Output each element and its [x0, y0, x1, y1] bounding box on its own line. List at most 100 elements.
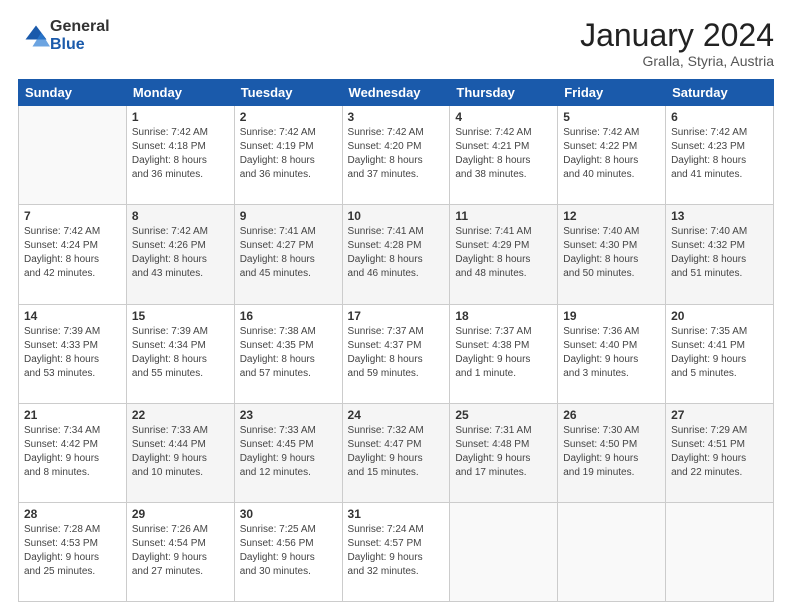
- calendar-cell: 13 Sunrise: 7:40 AM Sunset: 4:32 PM Dayli…: [666, 205, 774, 304]
- calendar-cell: [19, 106, 127, 205]
- calendar-header-saturday: Saturday: [666, 80, 774, 106]
- calendar-cell: 3 Sunrise: 7:42 AM Sunset: 4:20 PM Daylig…: [342, 106, 450, 205]
- calendar-header-sunday: Sunday: [19, 80, 127, 106]
- day-info: Sunrise: 7:29 AM Sunset: 4:51 PM Dayligh…: [671, 424, 768, 480]
- calendar-cell: 20 Sunrise: 7:35 AM Sunset: 4:41 PM Dayli…: [666, 304, 774, 403]
- calendar-cell: 5 Sunrise: 7:42 AM Sunset: 4:22 PM Daylig…: [558, 106, 666, 205]
- day-number: 9: [240, 209, 337, 223]
- calendar-week-5: 28Sunrise: 7:28 AM Sunset: 4:53 PM Dayli…: [19, 502, 774, 601]
- day-info: Sunrise: 7:40 AM Sunset: 4:32 PM Dayligh…: [671, 225, 768, 281]
- calendar-cell: 1 Sunrise: 7:42 AM Sunset: 4:18 PM Daylig…: [126, 106, 234, 205]
- day-number: 16: [240, 309, 337, 323]
- day-number: 31: [348, 507, 445, 521]
- calendar-cell: 16 Sunrise: 7:38 AM Sunset: 4:35 PM Dayli…: [234, 304, 342, 403]
- calendar-cell: 31 Sunrise: 7:24 AM Sunset: 4:57 PM Dayli…: [342, 502, 450, 601]
- day-info: Sunrise: 7:31 AM Sunset: 4:48 PM Dayligh…: [455, 424, 552, 480]
- day-number: 14: [24, 309, 121, 323]
- calendar-cell: 15 Sunrise: 7:39 AM Sunset: 4:34 PM Dayli…: [126, 304, 234, 403]
- day-number: 24: [348, 408, 445, 422]
- subtitle: Gralla, Styria, Austria: [580, 53, 774, 69]
- day-info: Sunrise: 7:32 AM Sunset: 4:47 PM Dayligh…: [348, 424, 445, 480]
- day-info: Sunrise: 7:42 AM Sunset: 4:19 PM Dayligh…: [240, 126, 337, 182]
- day-info: Sunrise: 7:33 AM Sunset: 4:45 PM Dayligh…: [240, 424, 337, 480]
- day-number: 29: [132, 507, 229, 521]
- day-number: 3: [348, 110, 445, 124]
- day-info: Sunrise: 7:36 AM Sunset: 4:40 PM Dayligh…: [563, 325, 660, 381]
- calendar-cell: [666, 502, 774, 601]
- calendar-cell: 7 Sunrise: 7:42 AM Sunset: 4:24 PM Daylig…: [19, 205, 127, 304]
- day-info: Sunrise: 7:39 AM Sunset: 4:34 PM Dayligh…: [132, 325, 229, 381]
- calendar-cell: 29Sunrise: 7:26 AM Sunset: 4:54 PM Dayli…: [126, 502, 234, 601]
- day-info: Sunrise: 7:39 AM Sunset: 4:33 PM Dayligh…: [24, 325, 121, 381]
- calendar-cell: 30 Sunrise: 7:25 AM Sunset: 4:56 PM Dayli…: [234, 502, 342, 601]
- day-number: 6: [671, 110, 768, 124]
- day-number: 19: [563, 309, 660, 323]
- calendar-cell: [558, 502, 666, 601]
- day-info: Sunrise: 7:41 AM Sunset: 4:28 PM Dayligh…: [348, 225, 445, 281]
- header: General Blue January 2024 Gralla, Styria…: [18, 18, 774, 69]
- day-number: 15: [132, 309, 229, 323]
- logo-text: General Blue: [50, 18, 110, 53]
- calendar-header-tuesday: Tuesday: [234, 80, 342, 106]
- calendar-header-monday: Monday: [126, 80, 234, 106]
- calendar-cell: 14 Sunrise: 7:39 AM Sunset: 4:33 PM Dayli…: [19, 304, 127, 403]
- day-number: 28: [24, 507, 121, 521]
- day-info: Sunrise: 7:42 AM Sunset: 4:22 PM Dayligh…: [563, 126, 660, 182]
- day-number: 17: [348, 309, 445, 323]
- day-info: Sunrise: 7:40 AM Sunset: 4:30 PM Dayligh…: [563, 225, 660, 281]
- calendar-cell: 6 Sunrise: 7:42 AM Sunset: 4:23 PM Daylig…: [666, 106, 774, 205]
- day-info: Sunrise: 7:30 AM Sunset: 4:50 PM Dayligh…: [563, 424, 660, 480]
- calendar-cell: 8 Sunrise: 7:42 AM Sunset: 4:26 PM Daylig…: [126, 205, 234, 304]
- day-number: 23: [240, 408, 337, 422]
- day-info: Sunrise: 7:42 AM Sunset: 4:26 PM Dayligh…: [132, 225, 229, 281]
- day-number: 22: [132, 408, 229, 422]
- day-number: 26: [563, 408, 660, 422]
- day-number: 8: [132, 209, 229, 223]
- calendar-cell: 17Sunrise: 7:37 AM Sunset: 4:37 PM Dayli…: [342, 304, 450, 403]
- calendar-cell: 22 Sunrise: 7:33 AM Sunset: 4:44 PM Dayli…: [126, 403, 234, 502]
- calendar-week-1: 1 Sunrise: 7:42 AM Sunset: 4:18 PM Daylig…: [19, 106, 774, 205]
- calendar-header-thursday: Thursday: [450, 80, 558, 106]
- calendar-cell: 24 Sunrise: 7:32 AM Sunset: 4:47 PM Dayli…: [342, 403, 450, 502]
- calendar-cell: 26 Sunrise: 7:30 AM Sunset: 4:50 PM Dayli…: [558, 403, 666, 502]
- day-info: Sunrise: 7:42 AM Sunset: 4:23 PM Dayligh…: [671, 126, 768, 182]
- calendar-cell: 19 Sunrise: 7:36 AM Sunset: 4:40 PM Dayli…: [558, 304, 666, 403]
- calendar-header-wednesday: Wednesday: [342, 80, 450, 106]
- day-info: Sunrise: 7:37 AM Sunset: 4:38 PM Dayligh…: [455, 325, 552, 381]
- logo-blue: Blue: [50, 36, 110, 54]
- title-block: January 2024 Gralla, Styria, Austria: [580, 18, 774, 69]
- calendar-cell: 25 Sunrise: 7:31 AM Sunset: 4:48 PM Dayli…: [450, 403, 558, 502]
- day-number: 7: [24, 209, 121, 223]
- day-number: 10: [348, 209, 445, 223]
- day-info: Sunrise: 7:33 AM Sunset: 4:44 PM Dayligh…: [132, 424, 229, 480]
- calendar-week-3: 14 Sunrise: 7:39 AM Sunset: 4:33 PM Dayli…: [19, 304, 774, 403]
- day-info: Sunrise: 7:34 AM Sunset: 4:42 PM Dayligh…: [24, 424, 121, 480]
- day-info: Sunrise: 7:42 AM Sunset: 4:21 PM Dayligh…: [455, 126, 552, 182]
- calendar-cell: 11Sunrise: 7:41 AM Sunset: 4:29 PM Dayli…: [450, 205, 558, 304]
- calendar-cell: 21Sunrise: 7:34 AM Sunset: 4:42 PM Dayli…: [19, 403, 127, 502]
- day-number: 5: [563, 110, 660, 124]
- day-info: Sunrise: 7:25 AM Sunset: 4:56 PM Dayligh…: [240, 523, 337, 579]
- main-title: January 2024: [580, 18, 774, 53]
- day-number: 11: [455, 209, 552, 223]
- day-info: Sunrise: 7:38 AM Sunset: 4:35 PM Dayligh…: [240, 325, 337, 381]
- day-info: Sunrise: 7:41 AM Sunset: 4:27 PM Dayligh…: [240, 225, 337, 281]
- day-number: 4: [455, 110, 552, 124]
- day-number: 18: [455, 309, 552, 323]
- calendar-cell: 10 Sunrise: 7:41 AM Sunset: 4:28 PM Dayli…: [342, 205, 450, 304]
- day-info: Sunrise: 7:42 AM Sunset: 4:20 PM Dayligh…: [348, 126, 445, 182]
- day-info: Sunrise: 7:42 AM Sunset: 4:18 PM Dayligh…: [132, 126, 229, 182]
- calendar-table: SundayMondayTuesdayWednesdayThursdayFrid…: [18, 79, 774, 602]
- day-number: 30: [240, 507, 337, 521]
- day-number: 1: [132, 110, 229, 124]
- day-number: 12: [563, 209, 660, 223]
- calendar-week-4: 21Sunrise: 7:34 AM Sunset: 4:42 PM Dayli…: [19, 403, 774, 502]
- day-number: 20: [671, 309, 768, 323]
- day-number: 2: [240, 110, 337, 124]
- day-number: 13: [671, 209, 768, 223]
- day-info: Sunrise: 7:24 AM Sunset: 4:57 PM Dayligh…: [348, 523, 445, 579]
- day-info: Sunrise: 7:35 AM Sunset: 4:41 PM Dayligh…: [671, 325, 768, 381]
- calendar-cell: 2 Sunrise: 7:42 AM Sunset: 4:19 PM Daylig…: [234, 106, 342, 205]
- day-number: 25: [455, 408, 552, 422]
- day-info: Sunrise: 7:42 AM Sunset: 4:24 PM Dayligh…: [24, 225, 121, 281]
